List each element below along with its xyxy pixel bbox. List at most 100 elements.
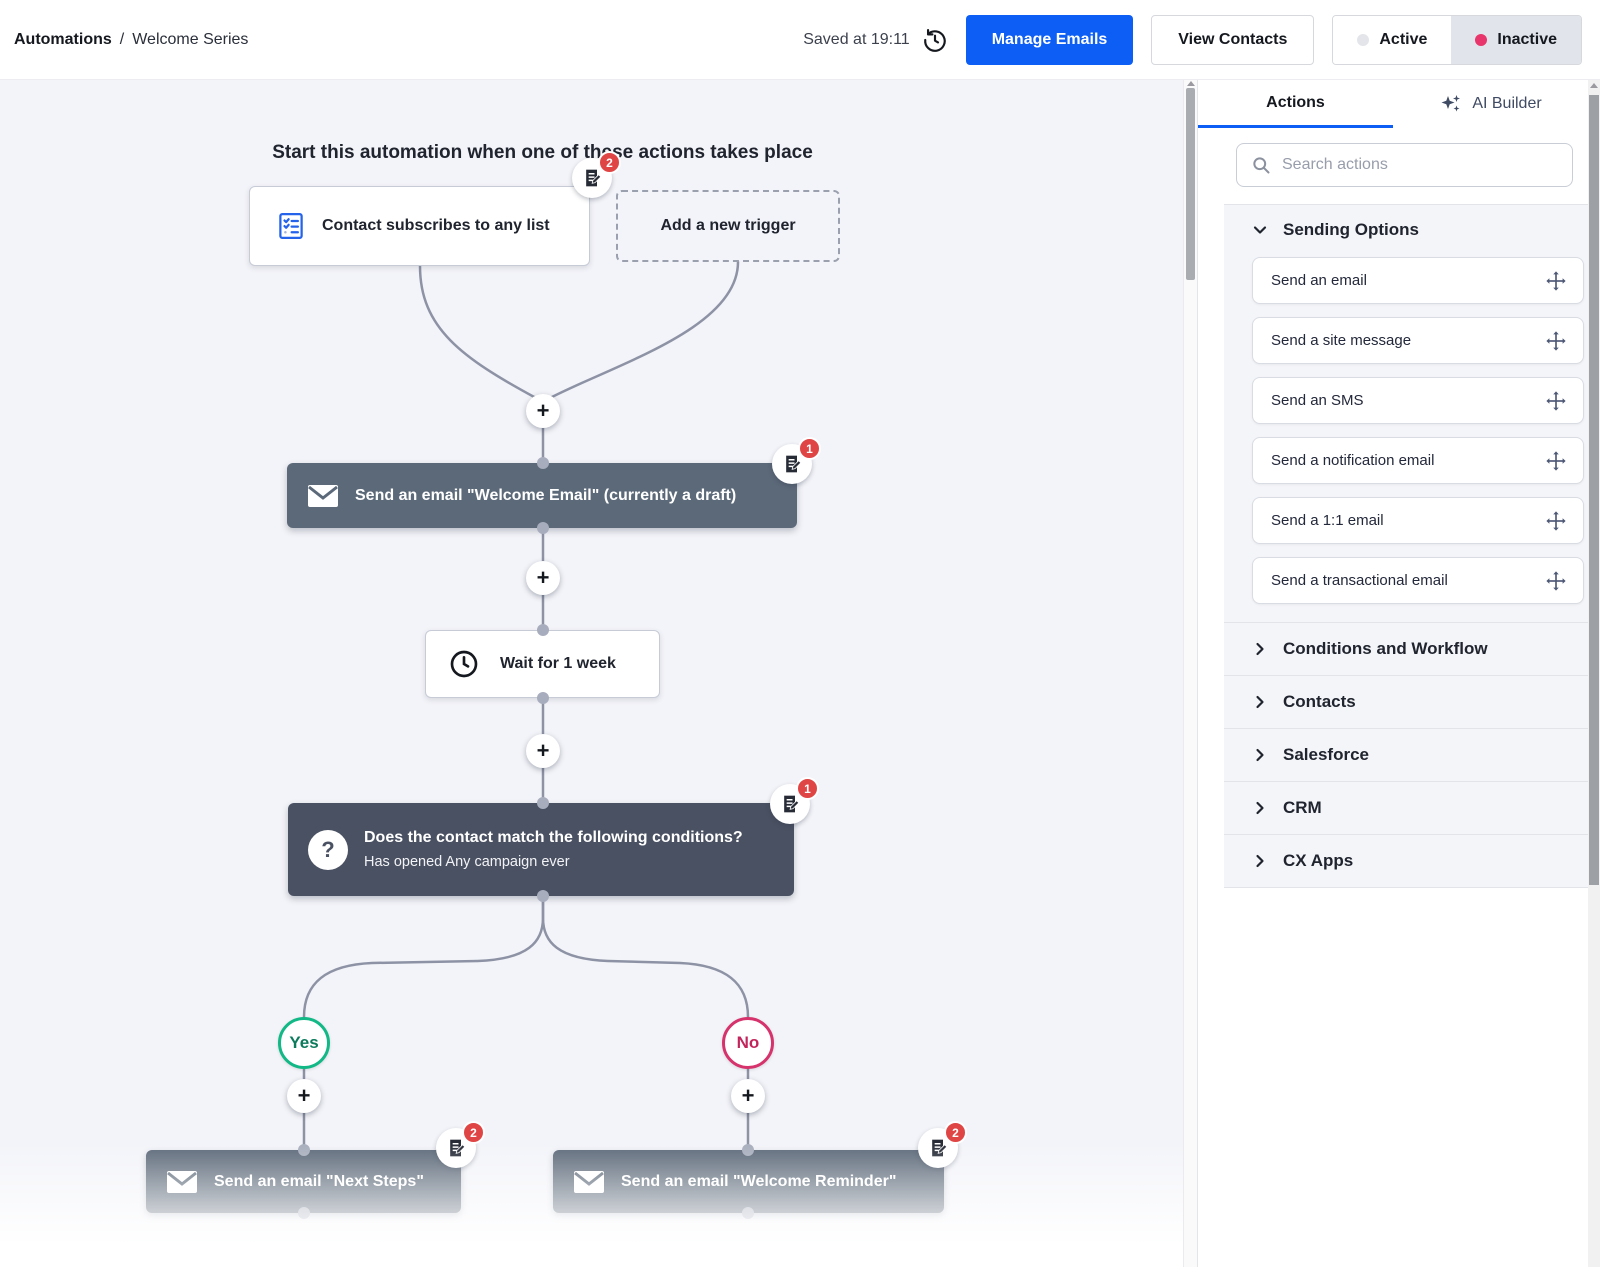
- search-actions-input[interactable]: [1282, 156, 1558, 174]
- canvas-scrollbar-thumb[interactable]: [1186, 88, 1195, 280]
- action-label: Send an email: [1271, 272, 1367, 289]
- breadcrumb-separator: /: [120, 31, 124, 49]
- trigger-notes-badge[interactable]: 2: [572, 158, 612, 198]
- action-card-send-a-transactional-email[interactable]: Send a transactional email: [1252, 557, 1584, 604]
- section-crm-header[interactable]: CRM: [1224, 782, 1588, 834]
- section-sending-options-header[interactable]: Sending Options: [1224, 205, 1588, 255]
- section-salesforce-header[interactable]: Salesforce: [1224, 729, 1588, 781]
- breadcrumb: Automations / Welcome Series: [14, 31, 248, 49]
- section-contacts-header[interactable]: Contacts: [1224, 676, 1588, 728]
- plus-icon: +: [537, 738, 550, 764]
- view-contacts-button[interactable]: View Contacts: [1151, 15, 1314, 65]
- condition-notes-badge[interactable]: 1: [770, 784, 810, 824]
- action-card-send-a-notification-email[interactable]: Send a notification email: [1252, 437, 1584, 484]
- action-sections: Sending Options Send an email Send a sit…: [1224, 204, 1588, 888]
- action-card-send-an-email[interactable]: Send an email: [1252, 257, 1584, 304]
- add-action-button[interactable]: +: [526, 734, 560, 768]
- condition-node[interactable]: ? Does the contact match the following c…: [288, 803, 794, 896]
- section-sending-options-label: Sending Options: [1283, 220, 1419, 240]
- chevron-right-icon: [1252, 747, 1268, 763]
- tab-ai-builder[interactable]: AI Builder: [1393, 80, 1588, 128]
- send-welcome-email-node[interactable]: Send an email "Welcome Email" (currently…: [287, 463, 797, 528]
- envelope-icon: [573, 1170, 605, 1194]
- plus-icon: +: [298, 1083, 311, 1109]
- trigger-node[interactable]: Contact subscribes to any list: [249, 186, 590, 266]
- view-contacts-label: View Contacts: [1178, 31, 1287, 49]
- section-label: CRM: [1283, 798, 1322, 818]
- scroll-up-arrow-icon[interactable]: [1187, 81, 1195, 86]
- next-steps-notes-badge[interactable]: 2: [436, 1128, 476, 1168]
- action-card-send-a-site-message[interactable]: Send a site message: [1252, 317, 1584, 364]
- connection-dot: [537, 457, 549, 469]
- tab-actions[interactable]: Actions: [1198, 80, 1393, 128]
- add-action-button[interactable]: +: [526, 394, 560, 428]
- connection-dot: [537, 890, 549, 902]
- next-steps-badge-count: 2: [462, 1121, 485, 1144]
- history-icon[interactable]: [922, 27, 948, 53]
- wait-label: Wait for 1 week: [500, 655, 616, 673]
- inactive-dot-icon: [1475, 34, 1487, 46]
- sidebar-tabs: Actions AI Builder: [1198, 80, 1588, 128]
- sparkles-icon: [1439, 92, 1463, 116]
- condition-title: Does the contact match the following con…: [364, 829, 743, 847]
- action-card-send-an-sms[interactable]: Send an SMS: [1252, 377, 1584, 424]
- breadcrumb-automations[interactable]: Automations: [14, 31, 112, 49]
- add-action-button[interactable]: +: [731, 1079, 765, 1113]
- section-crm: CRM: [1224, 782, 1588, 835]
- move-icon[interactable]: [1545, 330, 1567, 352]
- section-label: Contacts: [1283, 692, 1356, 712]
- manage-emails-label: Manage Emails: [992, 31, 1108, 49]
- yes-label: Yes: [289, 1033, 318, 1053]
- canvas-scrollbar[interactable]: [1183, 80, 1197, 1267]
- page-scrollbar-thumb[interactable]: [1589, 95, 1599, 885]
- action-label: Send a site message: [1271, 332, 1411, 349]
- connection-dot: [742, 1207, 754, 1219]
- send-welcome-reminder-label: Send an email "Welcome Reminder": [621, 1173, 896, 1191]
- send-next-steps-email-node[interactable]: Send an email "Next Steps": [146, 1150, 461, 1213]
- section-conditions-and-workflow-header[interactable]: Conditions and Workflow: [1224, 623, 1588, 675]
- search-icon: [1251, 155, 1271, 175]
- question-icon: ?: [308, 830, 348, 870]
- section-label: CX Apps: [1283, 851, 1353, 871]
- toggle-active[interactable]: Active: [1333, 16, 1451, 64]
- page-scrollbar[interactable]: [1588, 80, 1600, 1267]
- envelope-icon: [307, 484, 339, 508]
- move-icon[interactable]: [1545, 450, 1567, 472]
- status-toggle: Active Inactive: [1332, 15, 1582, 65]
- action-card-send-a-1-1-email[interactable]: Send a 1:1 email: [1252, 497, 1584, 544]
- send-welcome-reminder-email-node[interactable]: Send an email "Welcome Reminder": [553, 1150, 944, 1213]
- wait-node[interactable]: Wait for 1 week: [425, 630, 660, 698]
- add-action-button[interactable]: +: [287, 1079, 321, 1113]
- chevron-right-icon: [1252, 853, 1268, 869]
- section-label: Salesforce: [1283, 745, 1369, 765]
- scroll-up-arrow-icon[interactable]: [1590, 83, 1598, 88]
- welcome-email-notes-badge[interactable]: 1: [772, 444, 812, 484]
- chevron-right-icon: [1252, 800, 1268, 816]
- section-cx-apps-header[interactable]: CX Apps: [1224, 835, 1588, 887]
- move-icon[interactable]: [1545, 510, 1567, 532]
- section-sending-options: Sending Options Send an email Send a sit…: [1224, 205, 1588, 623]
- move-icon[interactable]: [1545, 390, 1567, 412]
- condition-subtitle: Has opened Any campaign ever: [364, 854, 743, 870]
- plus-icon: +: [742, 1083, 755, 1109]
- actions-sidebar: Actions AI Builder: [1197, 80, 1588, 1267]
- toggle-active-label: Active: [1379, 31, 1427, 49]
- chevron-right-icon: [1252, 641, 1268, 657]
- toggle-inactive[interactable]: Inactive: [1451, 16, 1581, 64]
- action-label: Send a 1:1 email: [1271, 512, 1384, 529]
- welcome-reminder-notes-badge[interactable]: 2: [918, 1128, 958, 1168]
- breadcrumb-current: Welcome Series: [132, 31, 248, 49]
- move-icon[interactable]: [1545, 270, 1567, 292]
- section-contacts: Contacts: [1224, 676, 1588, 729]
- manage-emails-button[interactable]: Manage Emails: [966, 15, 1134, 65]
- connection-dot: [537, 692, 549, 704]
- checklist-icon: [276, 211, 306, 241]
- send-next-steps-label: Send an email "Next Steps": [214, 1173, 424, 1191]
- add-new-trigger-button[interactable]: Add a new trigger: [616, 190, 840, 262]
- plus-icon: +: [537, 565, 550, 591]
- move-icon[interactable]: [1545, 570, 1567, 592]
- trigger-badge-count: 2: [598, 151, 621, 174]
- automation-canvas[interactable]: Start this automation when one of these …: [0, 80, 1183, 1267]
- add-action-button[interactable]: +: [526, 561, 560, 595]
- section-conditions-and-workflow: Conditions and Workflow: [1224, 623, 1588, 676]
